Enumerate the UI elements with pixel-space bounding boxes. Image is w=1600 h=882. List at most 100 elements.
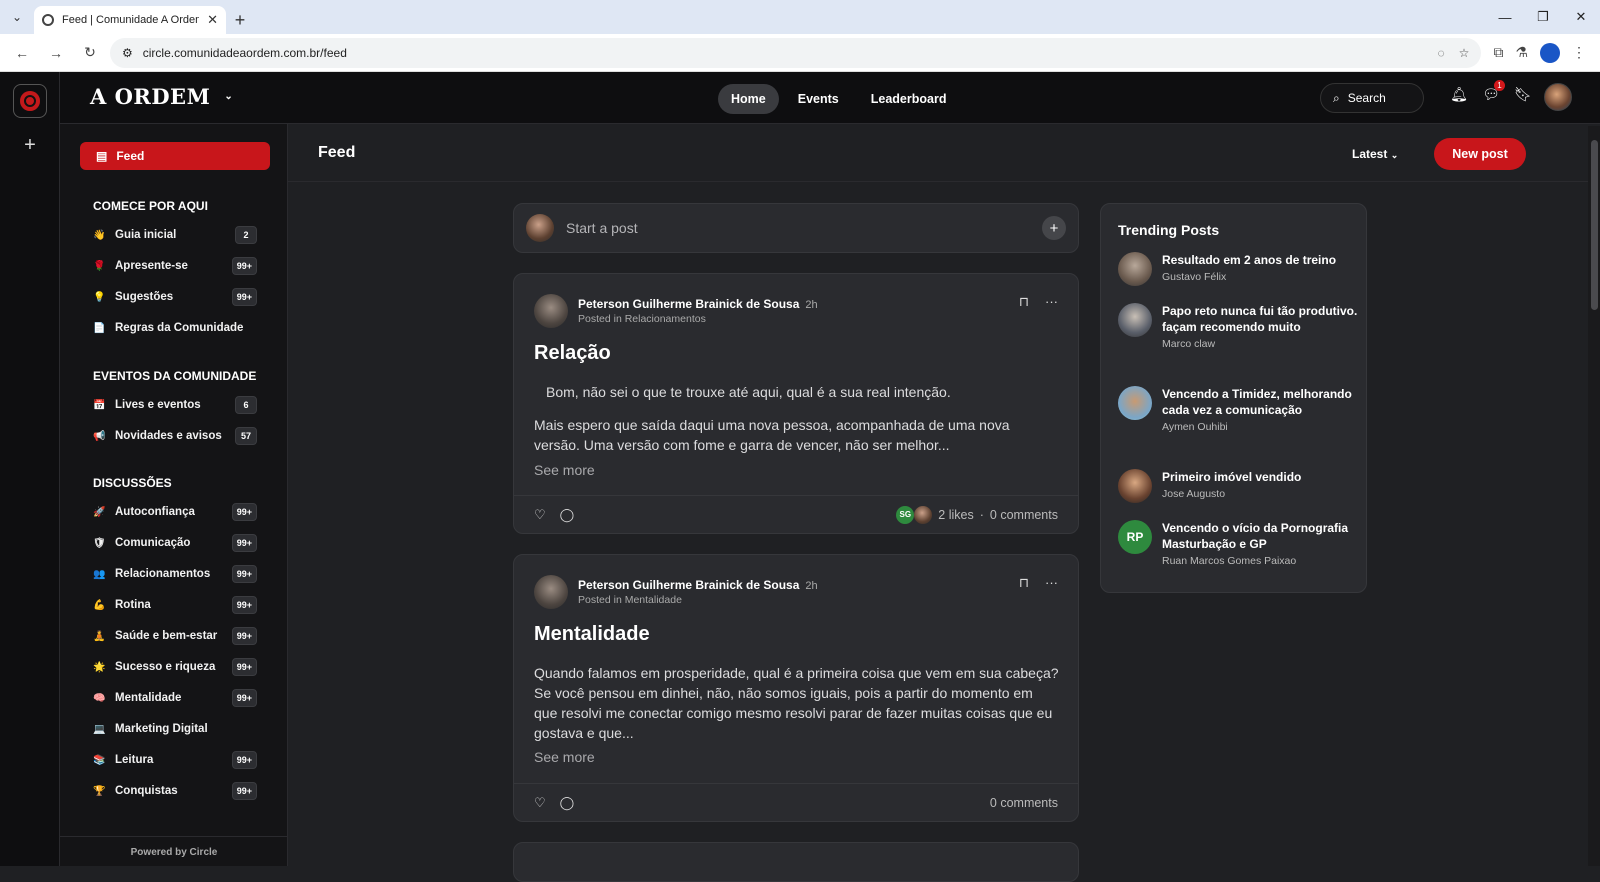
powered-by[interactable]: Powered by Circle (60, 836, 288, 858)
bookmark-icon[interactable]: ⊓ (1019, 575, 1029, 591)
chevron-down-icon[interactable]: ⌄ (224, 91, 233, 102)
add-community-icon[interactable]: + (0, 134, 60, 157)
url-field[interactable]: ⚙ circle.comunidadeaordem.com.br/feed ◌ ☆ (110, 37, 1482, 68)
sidebar-item[interactable]: 🛡 Comunicação 99+ (93, 533, 257, 553)
sidebar-item[interactable]: 👋 Guia inicial 2 (93, 225, 257, 245)
minimize-icon[interactable]: — (1486, 0, 1524, 34)
eye-off-icon[interactable]: ◌ (1438, 46, 1445, 60)
sidebar-item-count-badge: 99+ (231, 689, 257, 707)
feed-label: Feed (116, 149, 145, 163)
composer-avatar (526, 214, 554, 242)
sidebar-item[interactable]: 🚀 Autoconfiança 99+ (93, 502, 257, 522)
nav-home[interactable]: Home (718, 84, 779, 114)
user-avatar[interactable] (1544, 83, 1572, 111)
new-tab-button[interactable]: + (226, 6, 254, 34)
sidebar-item-count-badge: 99+ (231, 257, 257, 275)
bookmark-icon[interactable]: 🔖︎ (1514, 86, 1532, 102)
sidebar-item[interactable]: 💡 Sugestões 99+ (93, 287, 257, 307)
trending-posts: Trending Posts Resultado em 2 anos de tr… (1100, 203, 1367, 593)
composer-placeholder[interactable]: Start a post (566, 220, 1030, 236)
post-card: Peterson Guilherme Brainick de Sousa 2h P… (513, 554, 1079, 822)
trending-post[interactable]: Papo reto nunca fui tão produtivo. façam… (1118, 303, 1358, 350)
restore-icon[interactable]: ❐ (1524, 0, 1562, 34)
like-icon[interactable]: ♡ (534, 795, 546, 811)
sidebar-section-title[interactable]: COMECE POR AQUI (93, 199, 208, 213)
search-button[interactable]: ⌕ Search (1320, 83, 1424, 113)
bookmark-icon[interactable]: ⊓ (1019, 294, 1029, 310)
reload-icon[interactable]: ↻ (76, 39, 104, 67)
community-logo-icon[interactable] (13, 84, 47, 118)
trending-post[interactable]: Vencendo a Timidez, melhorando cada vez … (1118, 386, 1358, 433)
see-more-link[interactable]: See more (534, 462, 595, 478)
comments-count[interactable]: 0 comments (990, 796, 1058, 810)
liker-avatar: SG (896, 505, 915, 524)
scrollbar[interactable] (1588, 126, 1600, 866)
sidebar-item[interactable]: 📄 Regras da Comunidade (93, 318, 257, 338)
comment-icon[interactable]: ◯ (560, 795, 575, 811)
sidebar-section-title[interactable]: EVENTOS DA COMUNIDADE (93, 369, 256, 383)
author-avatar[interactable] (534, 294, 568, 328)
trending-title: Trending Posts (1118, 222, 1220, 238)
extensions-icon[interactable]: ⧉ (1493, 44, 1503, 61)
profile-icon[interactable] (1540, 42, 1560, 63)
comment-icon[interactable]: ◯ (560, 507, 575, 523)
labs-icon[interactable]: ⚗ (1515, 44, 1528, 61)
tab-search-icon[interactable]: ⌄ (0, 0, 34, 34)
back-icon[interactable]: ← (8, 39, 36, 67)
sidebar-item[interactable]: 🌟 Sucesso e riqueza 99+ (93, 657, 257, 677)
sidebar-item[interactable]: 👥 Relacionamentos 99+ (93, 564, 257, 584)
menu-icon[interactable]: ⋮ (1572, 44, 1586, 61)
more-options-icon[interactable]: ··· (1045, 575, 1058, 591)
new-post-button[interactable]: New post (1434, 138, 1526, 170)
sidebar-item-count-badge: 99+ (231, 565, 257, 583)
sidebar-item-feed[interactable]: ▤ Feed (80, 142, 270, 170)
trending-avatar: RP (1118, 520, 1152, 554)
search-label: Search (1347, 91, 1386, 105)
bell-icon[interactable]: 🔔︎ (1450, 86, 1468, 102)
trending-post[interactable]: RP Vencendo o vício da Pornografia Mastu… (1118, 520, 1358, 567)
sidebar-section-title[interactable]: DISCUSSÕES (93, 476, 172, 490)
close-window-icon[interactable]: ✕ (1562, 0, 1600, 34)
comments-count[interactable]: 0 comments (990, 508, 1058, 522)
sidebar-item[interactable]: 🌹 Apresente-se 99+ (93, 256, 257, 276)
likes-count[interactable]: 2 likes (938, 508, 973, 522)
browser-tab[interactable]: Feed | Comunidade A Ordem ✕ (34, 6, 226, 34)
sidebar-item[interactable]: 🏆 Conquistas 99+ (93, 781, 257, 801)
sidebar-item[interactable]: 💻 Marketing Digital (93, 719, 257, 739)
sidebar-item-label: Relacionamentos (115, 568, 211, 580)
sidebar-item[interactable]: 📚 Leitura 99+ (93, 750, 257, 770)
trending-post[interactable]: Resultado em 2 anos de treino Gustavo Fél… (1118, 252, 1358, 286)
author-name[interactable]: Peterson Guilherme Brainick de Sousa (578, 297, 799, 311)
bookmark-star-icon[interactable]: ☆ (1459, 46, 1470, 60)
post-title[interactable]: Mentalidade (534, 623, 650, 646)
sidebar-item[interactable]: 📅 Lives e eventos 6 (93, 395, 257, 415)
post-title[interactable]: Relação (534, 342, 611, 365)
site-info-icon[interactable]: ⚙ (122, 46, 133, 60)
sidebar-item[interactable]: 📢 Novidades e avisos 57 (93, 426, 257, 446)
brand[interactable]: A ORDEM ⌄ (90, 84, 233, 109)
see-more-link[interactable]: See more (534, 749, 595, 765)
chat-icon[interactable]: 💬︎ 1 (1482, 80, 1505, 102)
scrollbar-thumb[interactable] (1591, 140, 1598, 310)
close-tab-icon[interactable]: ✕ (207, 12, 218, 28)
sidebar-item-label: Guia inicial (115, 229, 177, 241)
posted-in[interactable]: Posted in Mentalidade (578, 594, 818, 606)
post-composer[interactable]: Start a post + (513, 203, 1079, 253)
nav-events[interactable]: Events (785, 84, 852, 114)
posted-in[interactable]: Posted in Relacionamentos (578, 313, 818, 325)
trending-author: Marco claw (1162, 338, 1216, 350)
add-icon[interactable]: + (1042, 216, 1066, 240)
sidebar-item[interactable]: 🧘 Saúde e bem-estar 99+ (93, 626, 257, 646)
nav-leaderboard[interactable]: Leaderboard (858, 84, 960, 114)
more-options-icon[interactable]: ··· (1045, 294, 1058, 310)
trending-post[interactable]: Primeiro imóvel vendido Jose Augusto (1118, 469, 1358, 503)
sidebar-item[interactable]: 💪 Rotina 99+ (93, 595, 257, 615)
author-avatar[interactable] (534, 575, 568, 609)
top-bar: A ORDEM ⌄ Home Events Leaderboard ⌕ Searc… (60, 72, 1600, 124)
forward-icon[interactable]: → (42, 39, 70, 67)
sidebar-item[interactable]: 🧠 Mentalidade 99+ (93, 688, 257, 708)
like-icon[interactable]: ♡ (534, 507, 546, 523)
author-name[interactable]: Peterson Guilherme Brainick de Sousa (578, 578, 799, 592)
sort-dropdown[interactable]: Latest ⌄ (1352, 147, 1398, 161)
sidebar-item-emoji-icon: 📚 (93, 754, 106, 766)
